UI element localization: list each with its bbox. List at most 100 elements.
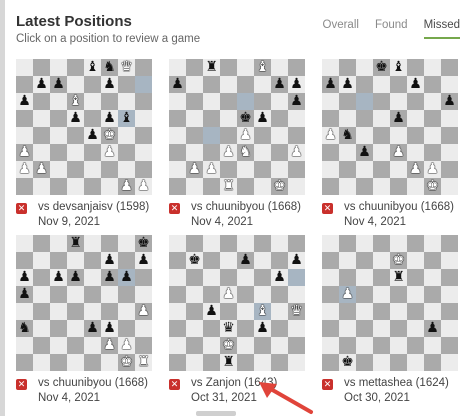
board-square: [322, 286, 339, 303]
board-square: [220, 76, 237, 93]
opponent-name: vs devsanjaisv (1598): [38, 201, 150, 213]
board-square: [67, 144, 84, 161]
scrollbar-thumb[interactable]: [196, 411, 236, 416]
board-square: [424, 354, 441, 371]
tab-found[interactable]: Found: [375, 19, 408, 39]
board-square: [254, 161, 271, 178]
board-square: [390, 178, 407, 195]
board-square: [33, 354, 50, 371]
board-square: [33, 93, 50, 110]
board-square: [186, 110, 203, 127]
x-icon: ✕: [16, 203, 27, 214]
board-square: [33, 110, 50, 127]
board-square: [220, 127, 237, 144]
board-square: [356, 110, 373, 127]
board-square: [186, 337, 203, 354]
game-date: Nov 9, 2021: [38, 216, 101, 228]
board-square: [441, 178, 458, 195]
white-pawn-icon: ♟: [118, 337, 135, 354]
board-square: [339, 178, 356, 195]
board-square: [50, 178, 67, 195]
board-square: [33, 320, 50, 337]
board-square: [373, 161, 390, 178]
white-queen-icon: ♛: [288, 303, 305, 320]
black-pawn-icon: ♟: [271, 269, 288, 286]
white-pawn-icon: ♟: [135, 303, 152, 320]
board-square: [203, 354, 220, 371]
position-card[interactable]: ♚ ♜ ♟ ♟ ♚ ✕ vs mettashea (1624) Oct 30, 2021: [322, 235, 458, 410]
arrow-icon: [259, 382, 313, 414]
chess-board[interactable]: ♚ ♟ ♟ ♟ ♟ ♟ ♝ ♛ ♛ ♟ ♚ ♜: [169, 235, 305, 371]
chess-board[interactable]: ♜ ♝ ♟ ♟ ♟ ♟ ♚ ♟ ♟ ♟ ♞ ♟ ♟ ♟ ♜ ♚: [169, 59, 305, 195]
opponent-name: vs chuunibyou (1668): [344, 201, 454, 213]
board-square: [322, 303, 339, 320]
board-square: [101, 303, 118, 320]
x-icon: ✕: [169, 203, 180, 214]
board-square: [424, 252, 441, 269]
position-card[interactable]: ♜ ♚ ♟ ♟ ♟ ♟ ♟ ♟ ♟ ♟ ♟ ♞ ♟ ♟ ♟ ♟ ♚ ♜ ✕ vs chuunibyou (1668…: [16, 235, 152, 410]
chess-board[interactable]: ♜ ♚ ♟ ♟ ♟ ♟ ♟ ♟ ♟ ♟ ♟ ♞ ♟ ♟ ♟ ♟ ♚ ♜: [16, 235, 152, 371]
white-rook-icon: ♜: [135, 354, 152, 371]
board-square: [67, 178, 84, 195]
white-knight-icon: ♞: [237, 144, 254, 161]
board-square: [237, 286, 254, 303]
position-card[interactable]: ♝ ♞ ♛ ♟ ♟ ♟ ♟ ♝ ♟ ♟ ♝ ♟ ♚ ♟ ♟ ♟ ♟ ♟ ♟ ✕ vs devsanjaisv (15…: [16, 59, 152, 234]
board-square: [33, 59, 50, 76]
black-pawn-icon: ♟: [424, 320, 441, 337]
position-card[interactable]: ♜ ♝ ♟ ♟ ♟ ♟ ♚ ♟ ♟ ♟ ♞ ♟ ♟ ♟ ♜ ♚ ✕ vs chuunibyou (1668) …: [169, 59, 305, 234]
board-square: [441, 354, 458, 371]
board-square: [407, 127, 424, 144]
board-square: [33, 127, 50, 144]
black-king-icon: ♚: [135, 235, 152, 252]
board-square: [169, 59, 186, 76]
x-icon: ✕: [169, 379, 180, 390]
board-square: [322, 320, 339, 337]
board-square: [169, 320, 186, 337]
black-pawn-icon: ♟: [101, 252, 118, 269]
white-king-icon: ♚: [271, 178, 288, 195]
board-square: [424, 235, 441, 252]
board-square: [118, 320, 135, 337]
board-square: [441, 269, 458, 286]
board-square: [441, 235, 458, 252]
black-queen-icon: ♛: [220, 320, 237, 337]
board-square: [407, 337, 424, 354]
board-square: [84, 252, 101, 269]
board-square: [322, 144, 339, 161]
x-icon: ✕: [322, 379, 333, 390]
board-square: [271, 320, 288, 337]
board-square: [118, 252, 135, 269]
board-square: [237, 76, 254, 93]
chess-board[interactable]: ♚ ♜ ♟ ♟ ♚: [322, 235, 458, 371]
black-pawn-icon: ♟: [254, 110, 271, 127]
position-card[interactable]: ♚ ♝ ♟ ♟ ♟ ♟ ♟ ♟ ♞ ♟ ♟ ♟ ♟ ♚ ✕ vs chuunibyou (1668) No…: [322, 59, 458, 234]
tab-overall[interactable]: Overall: [323, 19, 359, 39]
board-square: [50, 303, 67, 320]
board-square: [169, 144, 186, 161]
chess-board[interactable]: ♝ ♞ ♛ ♟ ♟ ♟ ♟ ♝ ♟ ♟ ♝ ♟ ♚ ♟ ♟ ♟ ♟ ♟ ♟: [16, 59, 152, 195]
board-square: [101, 93, 118, 110]
board-square: [254, 93, 271, 110]
board-square: [407, 178, 424, 195]
chess-board[interactable]: ♚ ♝ ♟ ♟ ♟ ♟ ♟ ♟ ♞ ♟ ♟ ♟ ♟ ♚: [322, 59, 458, 195]
tab-missed[interactable]: Missed: [423, 19, 460, 39]
board-square: [118, 235, 135, 252]
white-pawn-icon: ♟: [186, 161, 203, 178]
board-square: [237, 354, 254, 371]
board-square: [390, 320, 407, 337]
board-square: [254, 252, 271, 269]
board-square: [67, 303, 84, 320]
board-square: [356, 76, 373, 93]
black-knight-icon: ♞: [339, 127, 356, 144]
board-square: [118, 127, 135, 144]
board-square: [220, 235, 237, 252]
board-square: [186, 76, 203, 93]
board-square: [407, 110, 424, 127]
board-square: [373, 93, 390, 110]
board-square: [356, 161, 373, 178]
board-square: [16, 354, 33, 371]
black-king-icon: ♚: [339, 354, 356, 371]
board-square: [356, 337, 373, 354]
board-square: [135, 320, 152, 337]
board-square: [135, 286, 152, 303]
